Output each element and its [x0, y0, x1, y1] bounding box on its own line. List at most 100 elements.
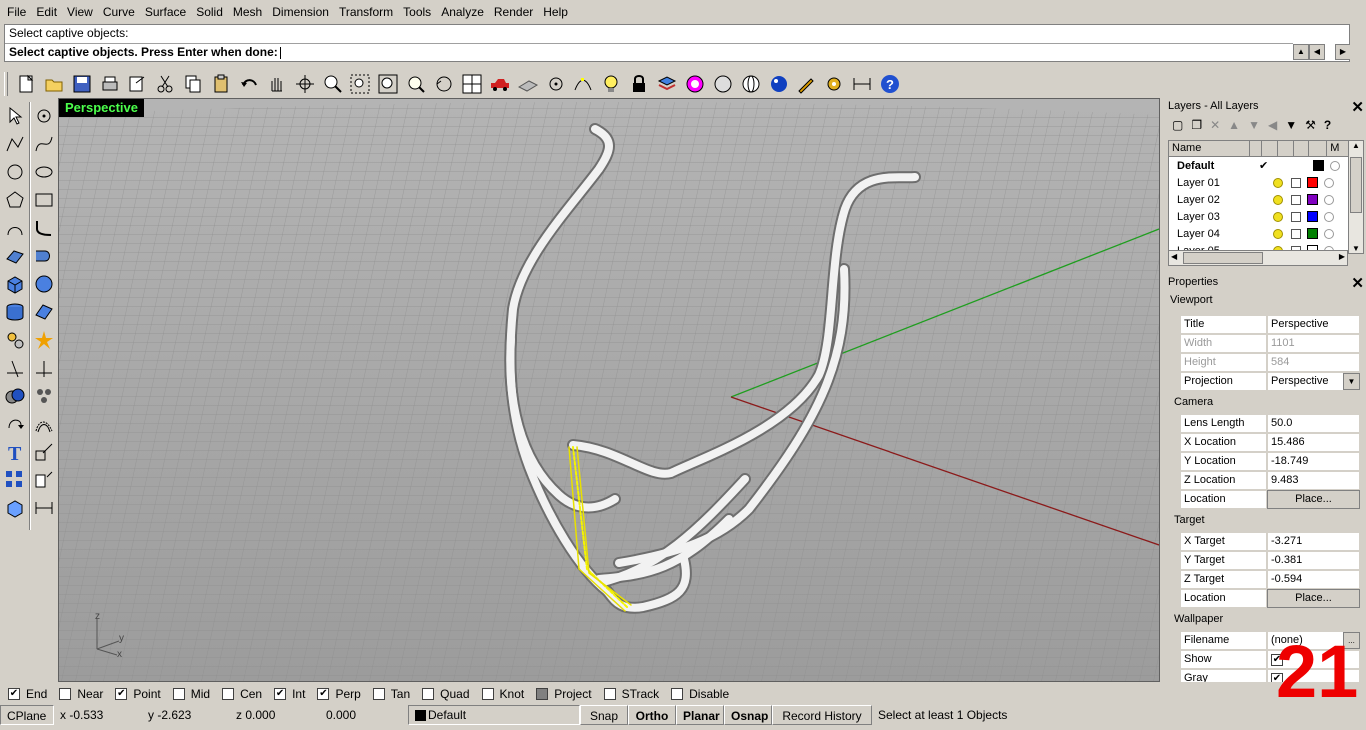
prop-projection-row[interactable]: Projection Perspective ▼	[1180, 372, 1360, 391]
layer-name[interactable]: Layer 03	[1169, 211, 1259, 223]
trim-icon[interactable]	[1, 354, 29, 382]
prop-title-row[interactable]: Title Perspective	[1180, 315, 1360, 334]
snap-toggle[interactable]: Snap	[580, 705, 628, 725]
record-history-toggle[interactable]: Record History	[772, 705, 872, 725]
arc-icon[interactable]	[1, 214, 29, 242]
menu-edit[interactable]: Edit	[31, 0, 62, 24]
layer-color-swatch[interactable]	[1313, 160, 1324, 171]
prop-xtarget-row[interactable]: X Target -3.271	[1180, 532, 1360, 551]
menu-curve[interactable]: Curve	[98, 0, 140, 24]
scroll-right-icon[interactable]: ▶	[1339, 252, 1345, 261]
osnap-int[interactable]: Int	[274, 687, 305, 701]
osnap-disable[interactable]: Disable	[671, 687, 729, 701]
osnap-end[interactable]: End	[8, 687, 47, 701]
light-bulb-icon[interactable]	[1273, 211, 1283, 222]
blend-icon[interactable]	[30, 242, 58, 270]
grid-surface-icon[interactable]	[30, 298, 58, 326]
copy-icon[interactable]	[179, 70, 207, 98]
toolbar-grip[interactable]	[4, 72, 8, 96]
curve-icon[interactable]	[30, 130, 58, 158]
target-place-button[interactable]: Place...	[1267, 589, 1360, 608]
lens-length-field[interactable]: 50.0	[1267, 414, 1360, 433]
osnap-checkbox[interactable]	[536, 688, 549, 700]
filter-icon[interactable]: ▼	[1285, 118, 1297, 136]
help-icon[interactable]: ?	[876, 70, 904, 98]
explode-icon[interactable]	[30, 326, 58, 354]
open-icon[interactable]	[40, 70, 68, 98]
sphere-icon[interactable]	[30, 270, 58, 298]
circle-icon[interactable]	[1, 158, 29, 186]
solid-icon[interactable]	[1, 494, 29, 522]
zoom-extents-icon[interactable]	[374, 70, 402, 98]
material-icon[interactable]	[1330, 160, 1340, 171]
new-icon[interactable]	[12, 70, 40, 98]
layer-name[interactable]: Layer 04	[1169, 228, 1259, 240]
osnap-checkbox[interactable]	[172, 688, 185, 700]
osnap-point[interactable]: Point	[115, 687, 161, 701]
zoom-window-icon[interactable]	[346, 70, 374, 98]
project-icon[interactable]	[30, 466, 58, 494]
unlock-icon[interactable]	[1291, 211, 1301, 222]
prop-lens-row[interactable]: Lens Length 50.0	[1180, 414, 1360, 433]
menu-dimension[interactable]: Dimension	[267, 0, 334, 24]
layer-name[interactable]: Layer 02	[1169, 194, 1259, 206]
layers-vertical-scrollbar[interactable]: ▲ ▼	[1348, 140, 1364, 254]
print-icon[interactable]	[96, 70, 124, 98]
transform-icon[interactable]	[1, 326, 29, 354]
rotate-view-icon[interactable]	[291, 70, 319, 98]
viewport-title[interactable]: Perspective	[59, 99, 144, 117]
pen-icon[interactable]	[792, 70, 820, 98]
y-location-field[interactable]: -18.749	[1267, 452, 1360, 471]
osnap-mid[interactable]: Mid	[172, 687, 210, 701]
menu-surface[interactable]: Surface	[140, 0, 191, 24]
command-prompt-input[interactable]: Select captive objects. Press Enter when…	[5, 43, 1293, 61]
prop-camera-location-row[interactable]: Location Place...	[1180, 490, 1360, 509]
osnap-project[interactable]: Project	[536, 687, 592, 701]
osnap-checkbox[interactable]	[317, 688, 330, 700]
text-icon[interactable]: T	[1, 438, 29, 466]
fillet-icon[interactable]	[30, 214, 58, 242]
z-target-field[interactable]: -0.594	[1267, 570, 1360, 589]
layers-icon[interactable]	[653, 70, 681, 98]
prop-ztarget-row[interactable]: Z Target -0.594	[1180, 570, 1360, 589]
help-icon[interactable]: ?	[1324, 118, 1331, 136]
edit-points-icon[interactable]	[569, 70, 597, 98]
scroll-down-icon[interactable]: ▼	[1349, 244, 1363, 253]
save-icon[interactable]	[68, 70, 96, 98]
prop-zloc-row[interactable]: Z Location 9.483	[1180, 471, 1360, 490]
polyline-icon[interactable]	[1, 130, 29, 158]
layers-column-name[interactable]: Name	[1169, 141, 1250, 156]
point-icon[interactable]	[542, 70, 570, 98]
layer-color-swatch[interactable]	[1307, 228, 1318, 239]
osnap-near[interactable]: Near	[59, 687, 103, 701]
history-scroll-left-icon[interactable]: ◀	[1309, 44, 1325, 60]
layer-name[interactable]: Default	[1169, 160, 1259, 172]
box-icon[interactable]	[1, 270, 29, 298]
move-down-icon[interactable]: ▼	[1248, 118, 1260, 136]
x-location-field[interactable]: 15.486	[1267, 433, 1360, 452]
wireframe-sphere-icon[interactable]	[737, 70, 765, 98]
polygon-icon[interactable]	[1, 186, 29, 214]
history-scroll-right-icon[interactable]: ▶	[1335, 44, 1351, 60]
layer-color-swatch[interactable]	[1307, 177, 1318, 188]
menu-solid[interactable]: Solid	[191, 0, 228, 24]
menu-file[interactable]: File	[2, 0, 31, 24]
close-icon[interactable]: ✕	[1351, 274, 1364, 292]
layers-column-material[interactable]: M	[1327, 141, 1349, 156]
gear-icon[interactable]	[820, 70, 848, 98]
cplane-indicator[interactable]: CPlane	[0, 705, 54, 725]
zoom-selected-icon[interactable]	[402, 70, 430, 98]
four-viewports-icon[interactable]	[458, 70, 486, 98]
rectangle-icon[interactable]	[30, 186, 58, 214]
menu-help[interactable]: Help	[538, 0, 573, 24]
prop-title-field[interactable]: Perspective	[1267, 315, 1360, 334]
osnap-checkbox[interactable]	[481, 688, 494, 700]
extrude-icon[interactable]	[1, 298, 29, 326]
delete-layer-icon[interactable]: ✕	[1210, 118, 1220, 136]
prop-yloc-row[interactable]: Y Location -18.749	[1180, 452, 1360, 471]
menu-render[interactable]: Render	[489, 0, 538, 24]
osnap-tan[interactable]: Tan	[372, 687, 410, 701]
new-sublayer-icon[interactable]: ❐	[1191, 118, 1202, 136]
osnap-cen[interactable]: Cen	[222, 687, 262, 701]
current-layer-panel[interactable]: Default	[408, 705, 580, 725]
